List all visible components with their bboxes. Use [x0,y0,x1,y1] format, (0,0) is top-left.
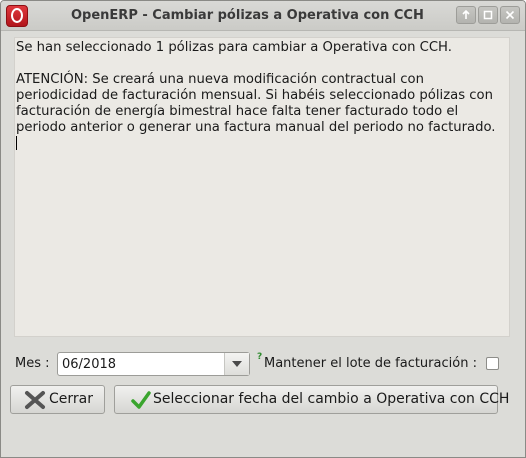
checkmark-icon [131,391,151,409]
help-icon[interactable]: ? [257,352,262,362]
dialog-window: OpenERP - Cambiar pólizas a Operativa co… [0,0,526,458]
selection-summary: Se han seleccionado 1 pólizas para cambi… [16,40,452,55]
window-title: OpenERP - Cambiar pólizas a Operativa co… [71,8,424,23]
cancel-x-icon [25,391,45,409]
close-button[interactable] [500,6,520,24]
confirm-change-button[interactable]: Seleccionar fecha del cambio a Operativa… [114,385,509,414]
mes-combobox[interactable]: 06/2018 [57,352,250,376]
pin-button[interactable] [456,6,476,24]
mes-value[interactable]: 06/2018 [62,357,116,372]
mes-label: Mes : [15,356,50,371]
chevron-down-icon [232,361,242,367]
cancel-button[interactable]: Cerrar [10,385,105,414]
warning-text: ATENCIÓN: Se creará una nueva modificaci… [16,72,498,135]
keep-lot-checkbox[interactable] [486,357,499,370]
title-bar[interactable]: OpenERP - Cambiar pólizas a Operativa co… [1,1,525,31]
maximize-button[interactable] [478,6,498,24]
cancel-button-label: Cerrar [49,391,93,407]
openerp-logo-icon [6,5,28,27]
pin-icon [462,10,470,19]
maximize-icon [483,10,493,20]
confirm-button-label: Seleccionar fecha del cambio a Operativa… [153,391,510,407]
close-icon [505,10,515,20]
text-caret [16,136,17,150]
keep-lot-label: Mantener el lote de facturación : [264,356,477,371]
message-textarea[interactable]: Se han seleccionado 1 pólizas para cambi… [14,37,510,337]
mes-dropdown-button[interactable] [224,353,249,375]
